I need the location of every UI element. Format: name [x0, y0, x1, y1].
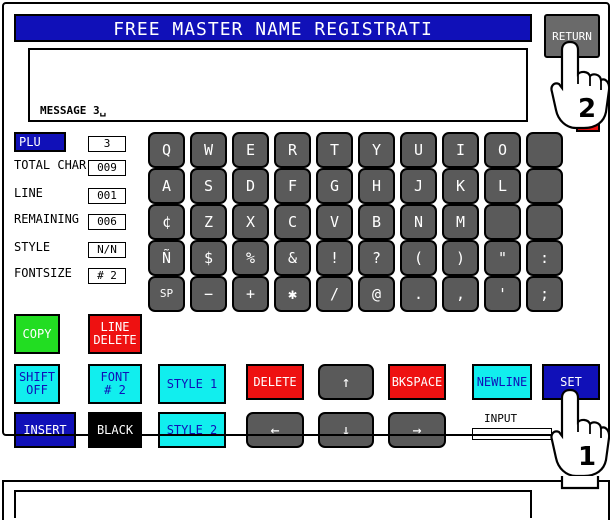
second-screen-title-bar [14, 490, 532, 518]
pointing-hand-icon [550, 388, 610, 490]
callout-number-1: 1 [578, 442, 597, 472]
callout-number-2: 2 [578, 94, 597, 124]
screen-frame [2, 2, 610, 436]
